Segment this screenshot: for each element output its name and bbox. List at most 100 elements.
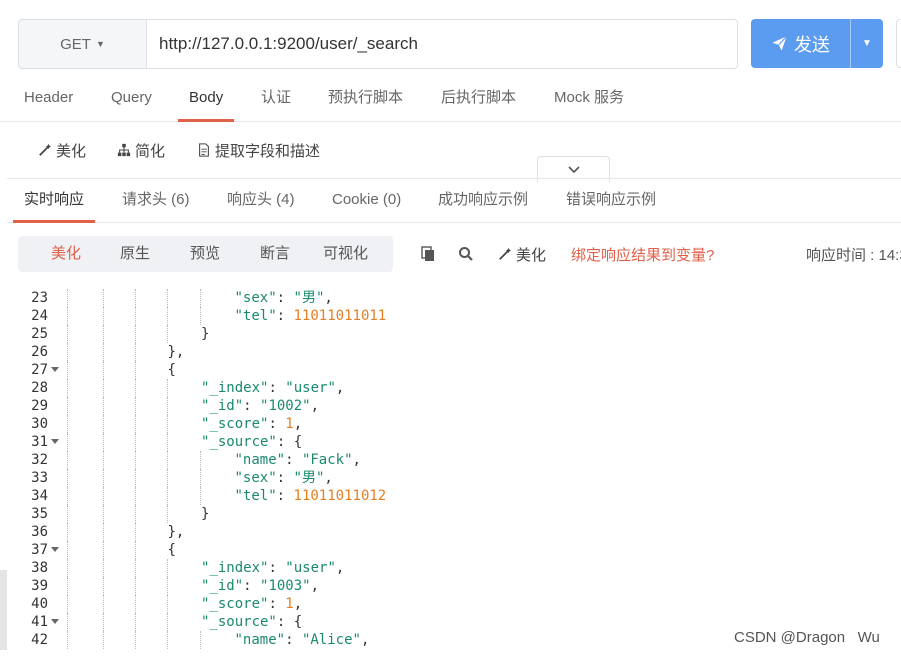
send-options-button[interactable]: ▼ xyxy=(851,19,883,68)
code-line: 29 "_id": "1002", xyxy=(0,397,901,415)
tab-response-headers[interactable]: 响应头 (4) xyxy=(227,179,295,222)
code-text: "name": "Alice", xyxy=(235,631,370,649)
extra-button[interactable] xyxy=(896,19,901,68)
send-button[interactable]: 发送 xyxy=(751,19,850,68)
line-number: 32 xyxy=(31,452,48,468)
json-string: "男" xyxy=(293,470,325,486)
search-icon xyxy=(459,247,473,261)
json-key: "_index" xyxy=(201,560,269,576)
code-line: 35} xyxy=(0,505,901,523)
code-text: }, xyxy=(168,523,185,541)
view-raw[interactable]: 原生 xyxy=(120,236,150,272)
tab-cookie[interactable]: Cookie (0) xyxy=(332,179,401,222)
code-text: } xyxy=(201,505,209,523)
indent-guide xyxy=(67,397,68,415)
indent-guide xyxy=(103,325,104,343)
json-punct: : xyxy=(285,452,302,468)
json-punct: : xyxy=(268,596,286,612)
indent-guide xyxy=(103,433,104,451)
indent-guide xyxy=(135,325,136,343)
indent-guide xyxy=(103,487,104,505)
code-line: 39 "_id": "1003", xyxy=(0,577,901,595)
indent-guide xyxy=(135,523,136,541)
tab-realtime-response[interactable]: 实时响应 xyxy=(12,179,96,223)
code-text: }, xyxy=(168,343,185,361)
indent-guide xyxy=(135,469,136,487)
json-key: "_source" xyxy=(201,614,277,630)
line-number: 35 xyxy=(31,506,48,522)
indent-guide xyxy=(67,577,68,595)
fold-arrow-icon[interactable] xyxy=(51,547,59,552)
json-punct: , xyxy=(293,416,303,432)
indent-guide xyxy=(67,487,68,505)
indent-guide xyxy=(167,451,168,469)
copy-button[interactable] xyxy=(420,236,436,272)
tab-auth[interactable]: 认证 xyxy=(261,76,291,122)
json-key: "tel" xyxy=(234,488,277,504)
indent-guide xyxy=(103,577,104,595)
indent-guide xyxy=(167,559,168,577)
json-punct: , xyxy=(360,632,370,648)
indent-guide xyxy=(200,469,201,487)
tab-request-headers[interactable]: 请求头 (6) xyxy=(122,179,190,222)
indent-guide xyxy=(167,505,168,523)
view-assert[interactable]: 断言 xyxy=(260,236,290,272)
line-number: 36 xyxy=(31,524,48,540)
json-punct: , xyxy=(324,290,333,306)
caret-down-icon: ▼ xyxy=(95,39,105,49)
indent-guide xyxy=(67,307,68,325)
indent-guide xyxy=(167,577,168,595)
indent-guide xyxy=(103,631,104,649)
watermark: CSDN @Dragon Wu xyxy=(734,629,880,646)
fold-arrow-icon[interactable] xyxy=(51,367,59,372)
code-text: "_id": "1002", xyxy=(201,397,319,415)
response-code-viewer[interactable]: 23 "sex": "男", 24 "tel": 11011011011 25} 26},… xyxy=(0,289,901,657)
json-key: "_id" xyxy=(201,578,244,594)
indent-guide xyxy=(103,613,104,631)
method-select[interactable]: GET ▼ xyxy=(18,19,146,69)
search-button[interactable] xyxy=(458,236,474,272)
tab-success-example[interactable]: 成功响应示例 xyxy=(438,179,528,222)
indent-guide xyxy=(103,289,104,307)
tab-body[interactable]: Body xyxy=(177,76,235,122)
indent-guide xyxy=(67,289,68,307)
response-actions: 美化 绑定响应结果到变量? 响应时间 : 14:3 xyxy=(418,236,901,272)
json-punct: } xyxy=(201,506,210,522)
indent-guide xyxy=(167,595,168,613)
beautify-button[interactable]: 美化 xyxy=(38,136,86,164)
extract-fields-button[interactable]: 提取字段和描述 xyxy=(197,136,320,164)
json-key: "_id" xyxy=(201,398,244,414)
view-beautify[interactable]: 美化 xyxy=(51,236,81,272)
tab-pre-script[interactable]: 预执行脚本 xyxy=(328,76,403,122)
tab-post-script[interactable]: 后执行脚本 xyxy=(441,76,516,122)
tab-mock[interactable]: Mock 服务 xyxy=(554,76,624,122)
simplify-button[interactable]: 简化 xyxy=(117,136,165,164)
indent-guide xyxy=(103,469,104,487)
indent-guide xyxy=(67,541,68,559)
indent-guide xyxy=(135,595,136,613)
indent-guide xyxy=(200,289,201,307)
indent-guide xyxy=(135,343,136,361)
code-line: 24 "tel": 11011011011 xyxy=(0,307,901,325)
json-string: "1003" xyxy=(260,578,311,594)
fold-arrow-icon[interactable] xyxy=(51,439,59,444)
line-number: 40 xyxy=(31,596,48,612)
indent-guide xyxy=(135,631,136,649)
view-visualize[interactable]: 可视化 xyxy=(323,236,368,272)
code-text: "_score": 1, xyxy=(201,415,302,433)
url-input[interactable]: http://127.0.0.1:9200/user/_search xyxy=(146,19,738,69)
indent-guide xyxy=(103,451,104,469)
response-beautify-button[interactable]: 美化 xyxy=(498,236,546,272)
scrollbar[interactable] xyxy=(0,570,7,650)
json-string: "Alice" xyxy=(301,632,361,648)
code-line: 37 { xyxy=(0,541,901,559)
tab-query[interactable]: Query xyxy=(111,76,152,122)
json-string: "Fack" xyxy=(301,452,353,468)
bind-response-variable-link[interactable]: 绑定响应结果到变量? xyxy=(571,236,714,272)
tab-error-example[interactable]: 错误响应示例 xyxy=(566,179,656,222)
chevron-down-icon xyxy=(567,166,580,174)
indent-guide xyxy=(200,451,201,469)
tab-header[interactable]: Header xyxy=(24,76,73,122)
view-preview[interactable]: 预览 xyxy=(190,236,220,272)
fold-arrow-icon[interactable] xyxy=(51,619,59,624)
